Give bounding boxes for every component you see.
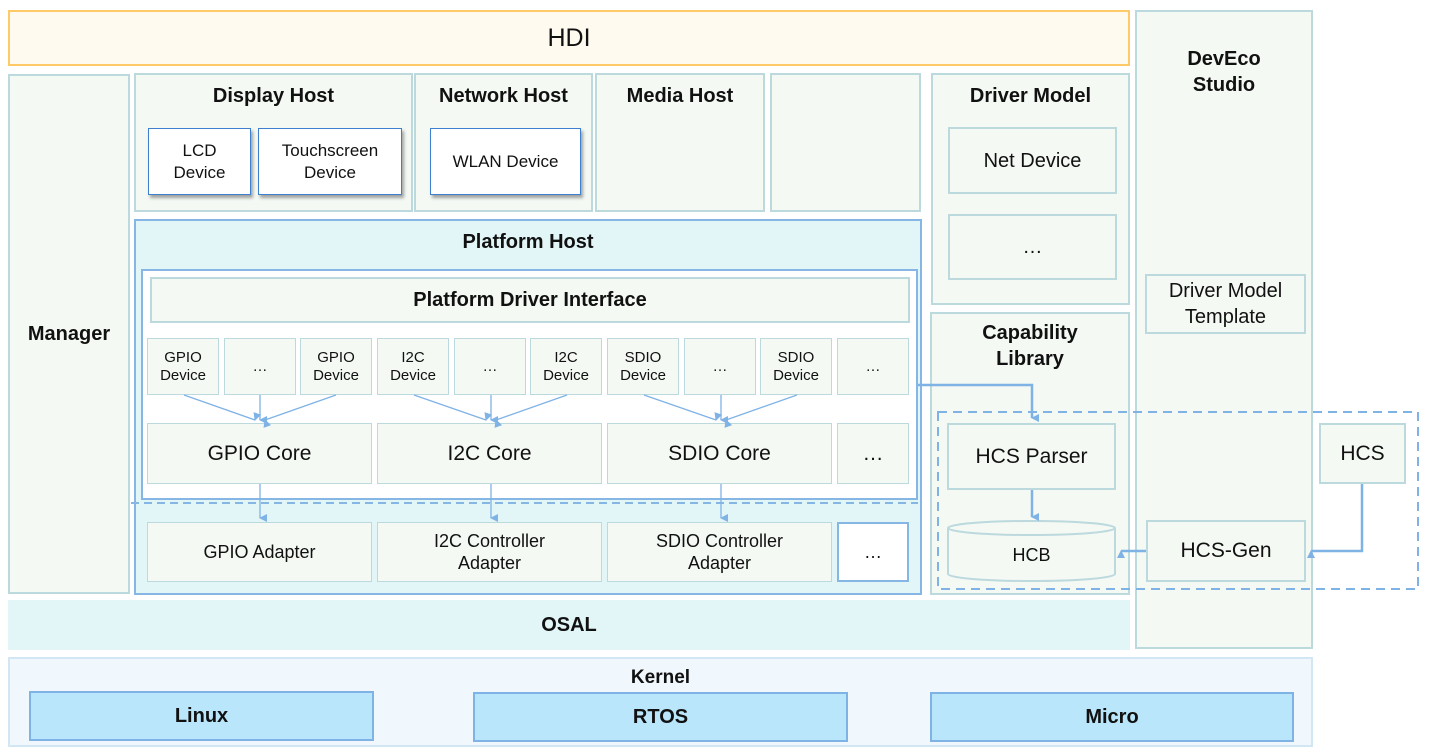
platform-core: I2C Core bbox=[377, 423, 602, 484]
display-host-title: Display Host bbox=[212, 85, 335, 107]
network-host-title: Network Host bbox=[439, 85, 568, 107]
media-host-title: Media Host bbox=[626, 85, 734, 107]
kernel-rtos-label: RTOS bbox=[632, 705, 689, 728]
platform-device: SDIO Device bbox=[760, 338, 832, 395]
platform-device: … bbox=[837, 338, 909, 395]
platform-device: SDIO Device bbox=[607, 338, 679, 395]
kernel-rtos: RTOS bbox=[473, 692, 848, 742]
osal-layer: OSAL bbox=[8, 600, 1130, 650]
net-device: Net Device bbox=[948, 127, 1117, 194]
kernel-title: Kernel bbox=[630, 667, 691, 688]
platform-adapter: GPIO Adapter bbox=[147, 522, 372, 582]
deveco-studio-title: DevEco Studio bbox=[1187, 48, 1261, 96]
empty-host bbox=[770, 73, 921, 212]
hdi-layer: HDI bbox=[8, 10, 1130, 66]
hcs-parser: HCS Parser bbox=[947, 423, 1116, 490]
platform-core: GPIO Core bbox=[147, 423, 372, 484]
platform-device: GPIO Device bbox=[300, 338, 372, 395]
manager-block: Manager bbox=[8, 74, 130, 594]
platform-core: SDIO Core bbox=[607, 423, 832, 484]
network-host: Network Host WLAN Device bbox=[414, 73, 593, 212]
lcd-device: LCD Device bbox=[148, 128, 251, 195]
arrow-hcs-to-hcsgen bbox=[1307, 484, 1364, 558]
hcs-gen-label: HCS-Gen bbox=[1180, 539, 1272, 562]
hdi-label: HDI bbox=[547, 24, 591, 52]
platform-adapter: I2C Controller Adapter bbox=[377, 522, 602, 582]
platform-driver-interface-label: Platform Driver Interface bbox=[413, 288, 647, 311]
manager-label: Manager bbox=[27, 323, 111, 345]
platform-device: I2C Device bbox=[530, 338, 602, 395]
kernel-linux-label: Linux bbox=[174, 704, 229, 727]
kernel-micro-label: Micro bbox=[1085, 705, 1139, 728]
hcb-database: HCB bbox=[947, 520, 1116, 582]
touchscreen-device: Touchscreen Device bbox=[258, 128, 402, 195]
platform-device: … bbox=[454, 338, 526, 395]
hcs-gen: HCS-Gen bbox=[1146, 520, 1306, 582]
driver-model: Driver Model Net Device … bbox=[931, 73, 1130, 305]
platform-device: … bbox=[224, 338, 296, 395]
kernel-micro: Micro bbox=[930, 692, 1294, 742]
platform-device: I2C Device bbox=[377, 338, 449, 395]
driver-model-template: Driver Model Template bbox=[1145, 274, 1306, 334]
display-host: Display Host LCD Device Touchscreen Devi… bbox=[134, 73, 413, 212]
platform-driver-interface: Platform Driver Interface bbox=[150, 277, 910, 323]
kernel-linux: Linux bbox=[29, 691, 374, 741]
hcs-parser-label: HCS Parser bbox=[975, 444, 1088, 468]
platform-device: … bbox=[684, 338, 756, 395]
wlan-device: WLAN Device bbox=[430, 128, 581, 195]
hcs: HCS bbox=[1319, 423, 1406, 484]
osal-label: OSAL bbox=[541, 613, 597, 636]
platform-device: GPIO Device bbox=[147, 338, 219, 395]
platform-core: … bbox=[837, 423, 909, 484]
platform-adapter: … bbox=[837, 522, 909, 582]
driver-model-more: … bbox=[948, 214, 1117, 280]
media-host: Media Host bbox=[595, 73, 765, 212]
capability-library-title: Capability Library bbox=[982, 322, 1078, 370]
driver-model-title: Driver Model bbox=[969, 85, 1092, 107]
platform-host-title: Platform Host bbox=[462, 231, 594, 253]
platform-adapter: SDIO Controller Adapter bbox=[607, 522, 832, 582]
hcs-label: HCS bbox=[1340, 441, 1385, 465]
hcb-label: HCB bbox=[1012, 544, 1051, 565]
